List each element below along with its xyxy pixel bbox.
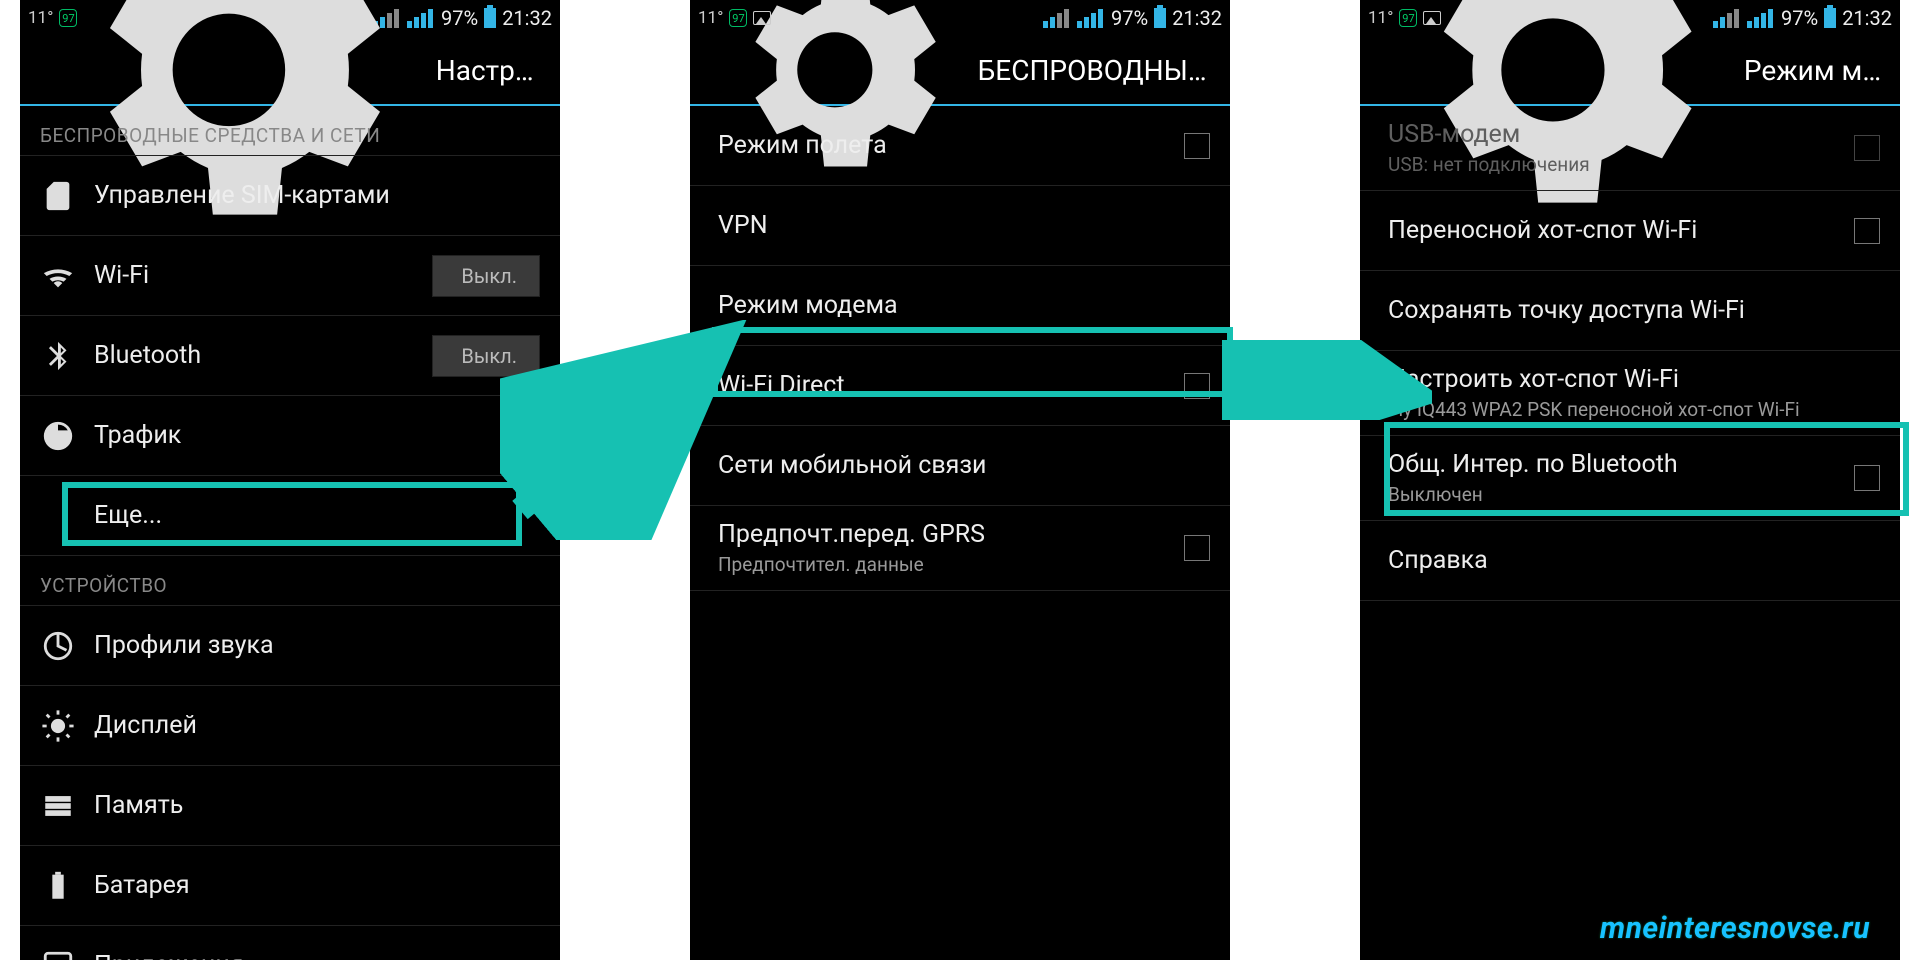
row-memory[interactable]: Память — [20, 766, 560, 846]
battery-icon — [484, 8, 496, 28]
label-traffic: Трафик — [94, 421, 181, 450]
battery-menu-icon — [40, 869, 76, 903]
label-battery: Батарея — [94, 871, 190, 900]
label-configure-hotspot: Настроить хот-спот Wi-Fi — [1388, 365, 1880, 394]
battery-percent: 97% — [1781, 6, 1818, 30]
row-usb-modem: USB-модем USB: нет подключения — [1360, 106, 1900, 191]
screen-header: Настройки — [20, 36, 560, 106]
storage-icon — [40, 789, 76, 823]
label-gprs: Предпочт.перед. GPRS — [718, 520, 1166, 549]
row-portable-hotspot[interactable]: Переносной хот-спот Wi-Fi — [1360, 191, 1900, 271]
row-vpn[interactable]: VPN — [690, 186, 1230, 266]
row-wifi[interactable]: Wi-Fi Выкл. — [20, 236, 560, 316]
row-mobile-networks[interactable]: Сети мобильной связи — [690, 426, 1230, 506]
battery-percent: 97% — [441, 6, 478, 30]
label-help: Справка — [1388, 546, 1880, 575]
row-bt-sharing[interactable]: Общ. Интер. по Bluetooth Выключен — [1360, 436, 1900, 521]
row-apps[interactable]: Приложения — [20, 926, 560, 960]
row-traffic[interactable]: Трафик — [20, 396, 560, 476]
signal-sim1-icon — [1043, 9, 1069, 28]
label-keep-ap: Сохранять точку доступа Wi-Fi — [1388, 296, 1880, 325]
label-usb-modem: USB-модем — [1388, 120, 1836, 149]
row-audio-profiles[interactable]: Профили звука — [20, 606, 560, 686]
page-title: Настройки — [436, 54, 544, 87]
phone-tethering: 11° 97 97% 21:32 Режим модема USB-модем … — [1360, 0, 1900, 960]
row-airplane-mode[interactable]: Режим полета — [690, 106, 1230, 186]
screenshot-icon — [753, 11, 771, 25]
row-wifi-direct[interactable]: Wi-Fi Direct — [690, 346, 1230, 426]
label-bt-sharing: Общ. Интер. по Bluetooth — [1388, 450, 1836, 479]
label-apps: Приложения — [94, 951, 244, 960]
clock: 21:32 — [1842, 6, 1892, 30]
sub-gprs: Предпочтител. данные — [718, 553, 1166, 576]
bluetooth-toggle[interactable]: Выкл. — [432, 335, 540, 377]
clock: 21:32 — [502, 6, 552, 30]
hotspot-checkbox[interactable] — [1854, 218, 1880, 244]
signal-sim2-icon — [1747, 9, 1773, 28]
screenshot-icon — [1423, 11, 1441, 25]
category-wireless: БЕСПРОВОДНЫЕ СРЕДСТВА И СЕТИ — [20, 106, 560, 156]
airplane-checkbox[interactable] — [1184, 133, 1210, 159]
label-airplane: Режим полета — [718, 131, 1166, 160]
wifi-direct-checkbox[interactable] — [1184, 373, 1210, 399]
screen-header: БЕСПРОВОДНЫЕ СРЕДСТВА И СЕ... — [690, 36, 1230, 106]
clock: 21:32 — [1172, 6, 1222, 30]
display-icon — [40, 709, 76, 743]
label-mobile: Сети мобильной связи — [718, 451, 1210, 480]
row-display[interactable]: Дисплей — [20, 686, 560, 766]
sub-usb-modem: USB: нет подключения — [1388, 153, 1836, 176]
phone-wireless-more: 11° 97 97% 21:32 БЕСПРОВОДНЫЕ СРЕДСТВА И… — [690, 0, 1230, 960]
row-gprs-preference[interactable]: Предпочт.перед. GPRS Предпочтител. данны… — [690, 506, 1230, 591]
bluetooth-icon — [40, 339, 76, 373]
gprs-checkbox[interactable] — [1184, 535, 1210, 561]
label-hotspot: Переносной хот-спот Wi-Fi — [1388, 216, 1836, 245]
label-vpn: VPN — [718, 211, 1210, 240]
phone-settings: 11° 97 97% 21:32 Настройки БЕСПРОВОДНЫЕ … — [20, 0, 560, 960]
sub-bt-sharing: Выключен — [1388, 483, 1836, 506]
sub-configure-hotspot: Fly IQ443 WPA2 PSK переносной хот-спот W… — [1388, 398, 1880, 421]
label-wifi: Wi-Fi — [94, 261, 149, 290]
battery-percent: 97% — [1111, 6, 1148, 30]
bt-sharing-checkbox[interactable] — [1854, 465, 1880, 491]
row-configure-hotspot[interactable]: Настроить хот-спот Wi-Fi Fly IQ443 WPA2 … — [1360, 351, 1900, 436]
page-title: Режим модема — [1744, 54, 1884, 87]
label-audio: Профили звука — [94, 631, 274, 660]
battery-icon — [1824, 8, 1836, 28]
label-sim: Управление SIM-картами — [94, 181, 390, 210]
sim-icon — [40, 179, 76, 213]
screen-header: Режим модема — [1360, 36, 1900, 106]
label-memory: Память — [94, 791, 183, 820]
audio-icon — [40, 629, 76, 663]
wifi-icon — [40, 259, 76, 293]
row-help[interactable]: Справка — [1360, 521, 1900, 601]
row-more[interactable]: Еще... — [20, 476, 560, 556]
apps-icon — [40, 949, 76, 960]
row-sim-management[interactable]: Управление SIM-картами — [20, 156, 560, 236]
signal-sim2-icon — [1077, 9, 1103, 28]
usb-modem-checkbox — [1854, 135, 1880, 161]
watermark: mneinteresnovse.ru — [1600, 911, 1870, 946]
data-usage-icon — [40, 419, 76, 453]
label-more: Еще... — [94, 501, 162, 530]
row-battery[interactable]: Батарея — [20, 846, 560, 926]
row-tethering[interactable]: Режим модема — [690, 266, 1230, 346]
row-bluetooth[interactable]: Bluetooth Выкл. — [20, 316, 560, 396]
category-device: УСТРОЙСТВО — [20, 556, 560, 606]
label-tethering: Режим модема — [718, 291, 1210, 320]
label-wifi-direct: Wi-Fi Direct — [718, 371, 1166, 400]
battery-icon — [1154, 8, 1166, 28]
page-title: БЕСПРОВОДНЫЕ СРЕДСТВА И СЕ... — [978, 54, 1214, 87]
label-display: Дисплей — [94, 711, 197, 740]
wifi-toggle[interactable]: Выкл. — [432, 255, 540, 297]
label-bluetooth: Bluetooth — [94, 341, 201, 370]
row-keep-ap[interactable]: Сохранять точку доступа Wi-Fi — [1360, 271, 1900, 351]
